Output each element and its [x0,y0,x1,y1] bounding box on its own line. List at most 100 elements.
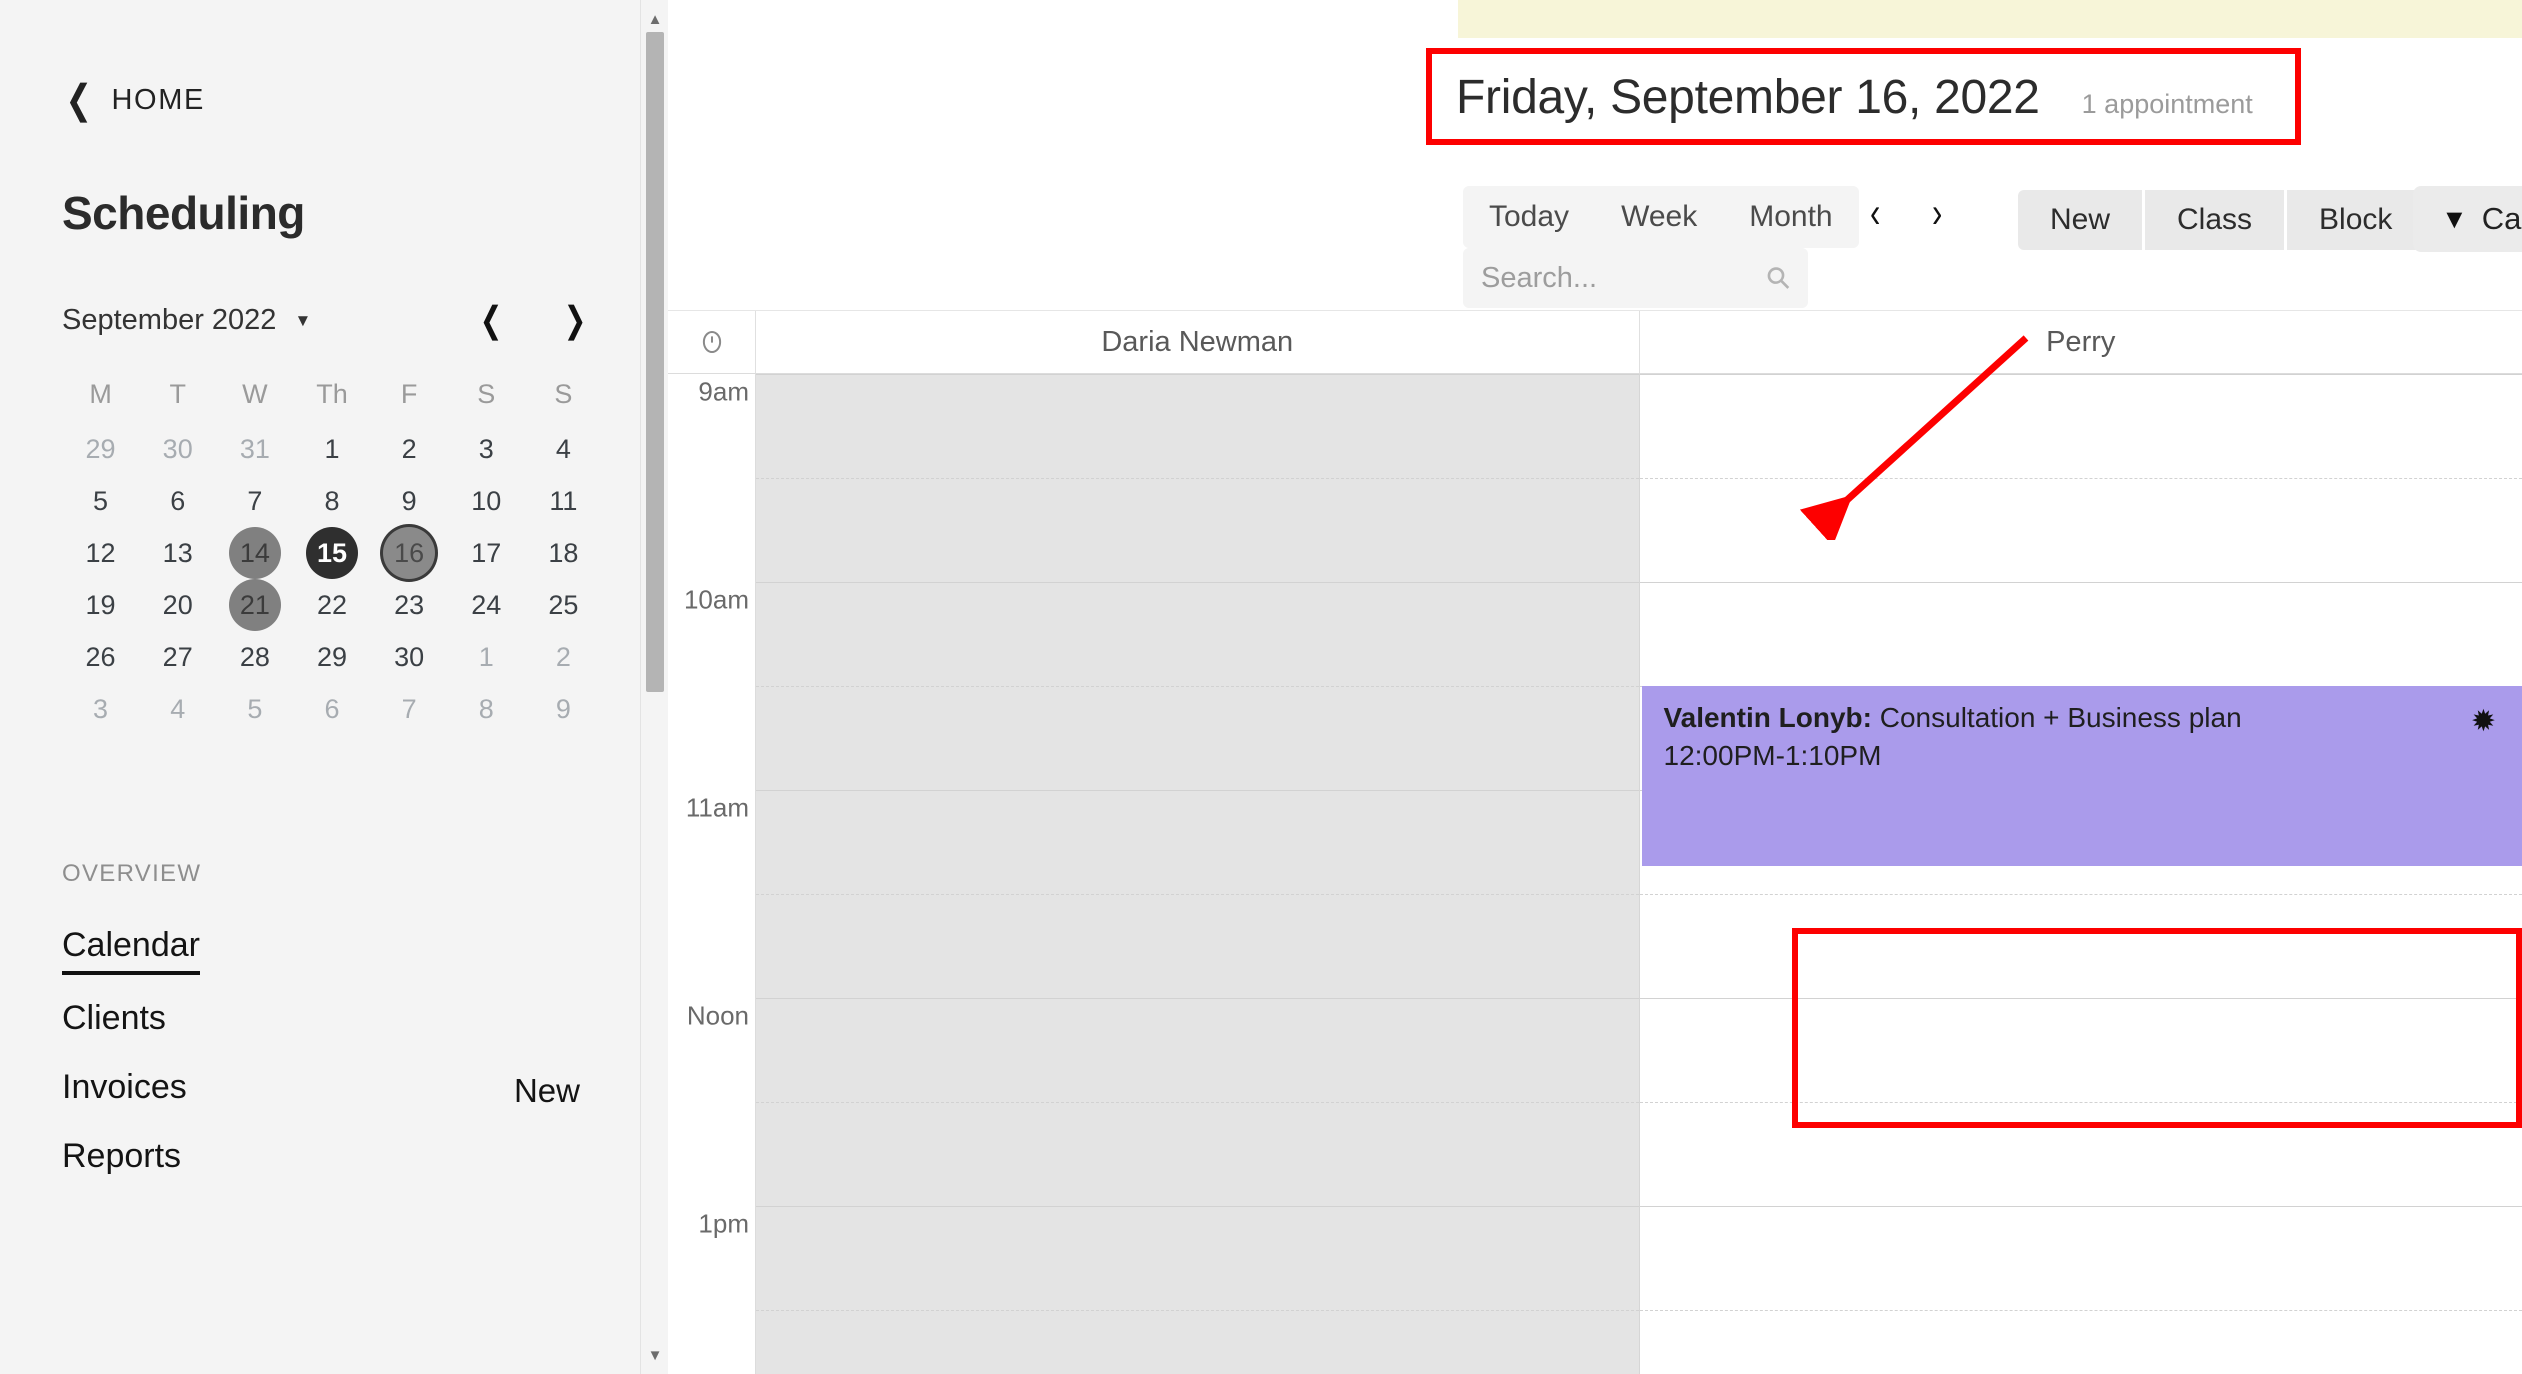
mini-calendar-day-19[interactable]: 19 [75,579,127,631]
mini-calendar-prev-month-button[interactable]: ❮ [479,302,502,338]
grid-line [756,998,1639,999]
calendar-column-header-1[interactable]: Perry [1640,311,2522,373]
mini-calendar-day-30[interactable]: 30 [383,631,435,683]
mini-calendar-dow-3: Th [316,378,348,409]
block-button[interactable]: Block [2287,190,2425,250]
mini-calendar-day-29[interactable]: 29 [306,631,358,683]
appointment-block[interactable]: Valentin Lonyb: Consultation + Business … [1641,686,2522,866]
new-button[interactable]: New [2018,190,2143,250]
mini-calendar-day-5[interactable]: 5 [75,475,127,527]
calendar-column-perry[interactable]: Valentin Lonyb: Consultation + Business … [1639,374,2522,1374]
mini-calendar-day-3[interactable]: 3 [460,423,512,475]
mini-calendar-day-23[interactable]: 23 [383,579,435,631]
mini-calendar-cell: 6 [293,686,370,732]
home-back-link[interactable]: ❮ HOME [62,80,668,120]
chevron-down-icon[interactable]: ▼ [294,312,311,329]
calendar-column-daria-newman[interactable] [756,374,1640,1374]
mini-calendar-cell: 20 [139,582,216,628]
mini-calendar-day-25[interactable]: 25 [537,579,589,631]
mini-calendar-dow-6: S [554,378,573,409]
mini-calendar-day-8[interactable]: 8 [460,683,512,735]
view-button-month[interactable]: Month [1723,200,1858,234]
scroll-down-arrow-icon[interactable]: ▼ [641,1340,669,1370]
mini-calendar-day-24[interactable]: 24 [460,579,512,631]
mini-calendar-day-7[interactable]: 7 [229,475,281,527]
grid-line [1639,998,2522,999]
mini-calendar-cell: 10 [448,478,525,524]
previous-day-button[interactable]: ‹ [1870,192,1880,235]
scroll-up-arrow-icon[interactable]: ▲ [641,4,669,34]
mini-calendar-day-29[interactable]: 29 [75,423,127,475]
appointment-time: 12:00PM-1:10PM [1663,740,1882,771]
appointment-service: Consultation + Business plan [1879,702,2242,733]
time-label-Noon: Noon [686,1000,749,1031]
mini-calendar-day-13[interactable]: 13 [152,527,204,579]
mini-calendar-cell: 5 [216,686,293,732]
mini-calendar-cell: 11 [525,478,602,524]
mini-calendar-day-8[interactable]: 8 [306,475,358,527]
mini-calendar-cell: 29 [62,426,139,472]
sidebar-item-label: Invoices [62,1068,187,1106]
mini-calendar-day-6[interactable]: 6 [306,683,358,735]
calendar-column-header-0[interactable]: Daria Newman [756,311,1640,373]
mini-calendar-day-28[interactable]: 28 [229,631,281,683]
mini-calendar-month-label[interactable]: September 2022 [62,304,276,337]
sidebar-item-action-invoices[interactable]: New [514,1072,602,1110]
mini-calendar-cell: 17 [448,530,525,576]
mini-calendar-day-21[interactable]: 21 [228,579,281,631]
mini-calendar-day-11[interactable]: 11 [537,475,589,527]
sidebar-item-label: Calendar [62,926,200,975]
sidebar-scrollbar[interactable]: ▲ ▼ [640,0,668,1374]
mini-calendar-day-3[interactable]: 3 [75,683,127,735]
mini-calendar-day-15[interactable]: 15 [305,527,358,579]
mini-calendar-day-6[interactable]: 6 [152,475,204,527]
mini-calendar-day-2[interactable]: 2 [383,423,435,475]
scrollbar-thumb[interactable] [646,32,664,692]
sidebar-item-calendar[interactable]: Calendar [62,926,602,975]
view-switcher: Today Week Month [1463,186,1859,248]
next-day-button[interactable]: › [1932,192,1942,235]
mini-calendar-day-2[interactable]: 2 [537,631,589,683]
sidebar-item-clients[interactable]: Clients [62,999,602,1044]
view-button-week[interactable]: Week [1595,200,1723,234]
mini-calendar-day-18[interactable]: 18 [537,527,589,579]
view-button-today[interactable]: Today [1463,200,1595,234]
grid-line [1639,1206,2522,1207]
class-button[interactable]: Class [2145,190,2285,250]
mini-calendar-day-26[interactable]: 26 [75,631,127,683]
mini-calendar-day-5[interactable]: 5 [229,683,281,735]
search-icon[interactable]: ⚲ [1759,258,1799,298]
mini-calendar-day-31[interactable]: 31 [229,423,281,475]
mini-calendar-cell: 6 [139,478,216,524]
mini-calendar-day-10[interactable]: 10 [460,475,512,527]
mini-calendar-day-1[interactable]: 1 [306,423,358,475]
mini-calendar-day-17[interactable]: 17 [460,527,512,579]
grid-line [1639,1102,2522,1103]
calendar-grid-area: Daria Newman Perry 9am10am11amNoon1pm2pm… [668,310,2522,1374]
search-box[interactable]: ⚲ [1463,248,1808,308]
mini-calendar-day-20[interactable]: 20 [152,579,204,631]
mini-calendar-cell: 8 [448,686,525,732]
mini-calendar-day-16[interactable]: 16 [383,527,436,579]
mini-calendar-day-4[interactable]: 4 [152,683,204,735]
star-icon[interactable]: ✹ [2471,704,2496,739]
grid-line [756,1310,1639,1311]
sidebar-item-reports[interactable]: Reports [62,1137,602,1182]
mini-calendar-day-14[interactable]: 14 [228,527,281,579]
mini-calendar-day-1[interactable]: 1 [460,631,512,683]
mini-calendar-day-22[interactable]: 22 [306,579,358,631]
mini-calendar-day-30[interactable]: 30 [152,423,204,475]
mini-calendar-next-month-button[interactable]: ❯ [564,302,587,338]
mini-calendar-day-4[interactable]: 4 [537,423,589,475]
mini-calendar-day-9[interactable]: 9 [383,475,435,527]
calendars-filter-button[interactable]: ▼ Calendars [2413,186,2522,252]
search-input[interactable] [1481,261,1731,295]
mini-calendar-day-7[interactable]: 7 [383,683,435,735]
mini-calendar-cell: 15 [293,527,370,579]
sidebar-item-invoices[interactable]: Invoices New [62,1068,602,1113]
mini-calendar-day-12[interactable]: 12 [75,527,127,579]
time-label-1pm: 1pm [698,1208,749,1239]
mini-calendar-day-27[interactable]: 27 [152,631,204,683]
mini-calendar-day-9[interactable]: 9 [537,683,589,735]
mini-calendar-cell: 3 [448,426,525,472]
